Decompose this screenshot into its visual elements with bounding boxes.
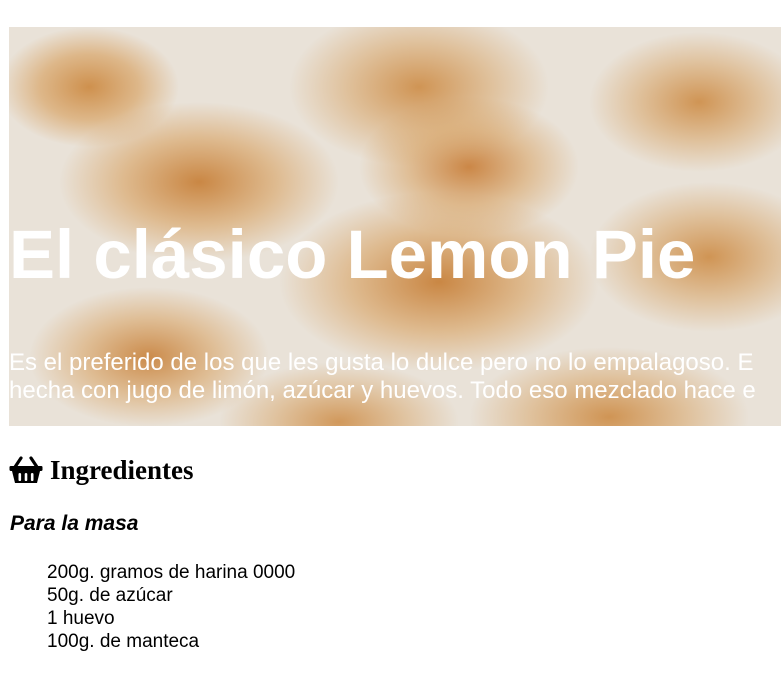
- recipe-description-line: Es el preferido de los que les gusta lo …: [9, 349, 754, 376]
- basket-icon: [9, 456, 43, 484]
- ingredients-header: Ingredientes: [9, 452, 194, 488]
- recipe-title: El clásico Lemon Pie: [9, 216, 696, 293]
- list-item: 100g. de manteca: [47, 631, 200, 652]
- list-item: 200g. gramos de harina 0000: [47, 562, 296, 583]
- hero-banner: El clásico Lemon Pie Es el preferido de …: [9, 27, 781, 426]
- recipe-description-line: hecha con jugo de limón, azúcar y huevos…: [9, 377, 756, 404]
- recipe-description: Es el preferido de los que les gusta lo …: [9, 349, 781, 405]
- list-item: 50g. de azúcar: [47, 585, 173, 606]
- dough-subtitle: Para la masa: [10, 512, 139, 535]
- ingredient-list: 200g. gramos de harina 0000 50g. de azúc…: [47, 561, 295, 653]
- list-item: 1 huevo: [47, 608, 115, 629]
- ingredients-title: Ingredientes: [50, 455, 194, 485]
